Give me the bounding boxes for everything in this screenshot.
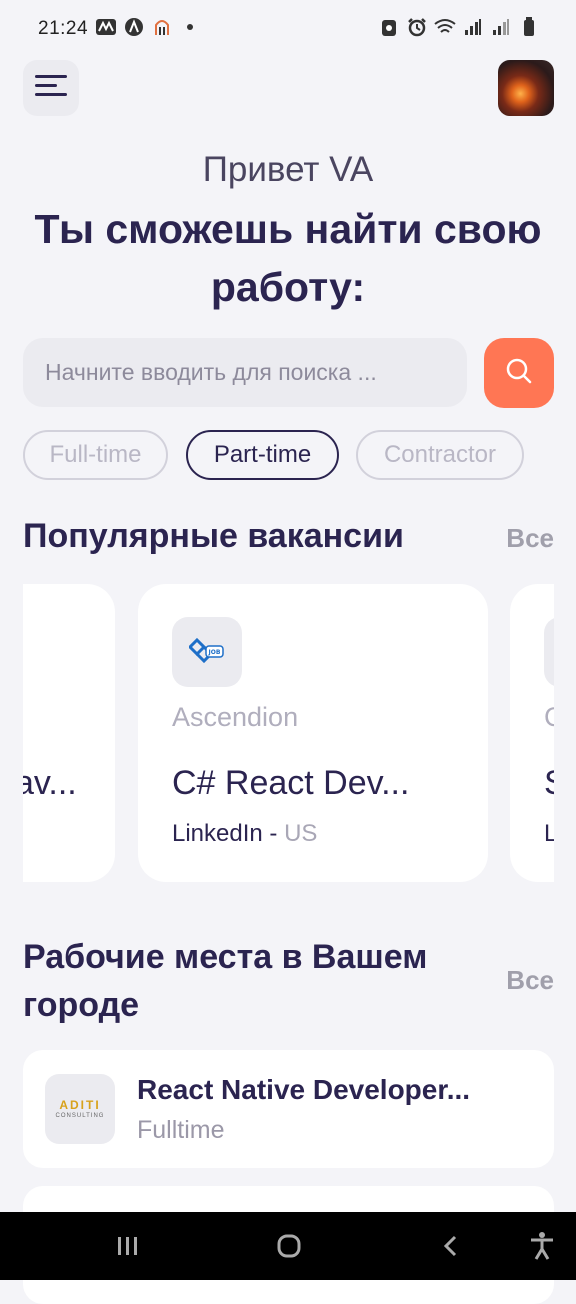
alarm-icon (406, 16, 428, 38)
popular-section-title: Популярные вакансии (23, 517, 404, 555)
logo-text: ADITI (59, 1098, 101, 1112)
job-card-title: S (544, 764, 554, 803)
search-icon (505, 357, 533, 390)
job-card-source: L (544, 820, 554, 847)
status-bar: 21:24 (0, 0, 576, 60)
job-card[interactable]: C S L (510, 584, 554, 882)
job-card-source-name: LinkedIn - (172, 820, 285, 847)
list-item-type: Fulltime (137, 1116, 225, 1144)
home-button[interactable] (273, 1230, 305, 1262)
job-card-source: LinkedIn - US (172, 820, 317, 848)
filter-chip-full-time[interactable]: Full-time (23, 430, 168, 480)
system-icons (378, 16, 540, 38)
search-input[interactable] (23, 338, 455, 407)
system-nav-bar (0, 1212, 576, 1280)
notification-icons (95, 16, 201, 38)
hamburger-icon (35, 74, 67, 102)
recents-icon (118, 1237, 137, 1255)
logo-subtext: CONSULTING (55, 1113, 105, 1119)
battery-icon (518, 16, 540, 38)
job-logo-icon: JOB (189, 637, 224, 664)
back-icon (443, 1235, 457, 1257)
avatar[interactable] (498, 60, 554, 116)
accessibility-icon (531, 1232, 553, 1260)
search-button[interactable] (484, 338, 554, 408)
job-card-company: C (544, 702, 554, 732)
local-section-title: Рабочие места в Вашем городе (23, 938, 428, 1024)
company-logo (544, 617, 554, 687)
page-title: Ты сможешь найти свою работу: (34, 206, 542, 310)
search-field[interactable] (23, 338, 467, 407)
filter-chip-part-time[interactable]: Part-time (186, 430, 339, 480)
signal-icon (462, 16, 484, 38)
job-card[interactable]: JOB Ascendion C# React Dev... LinkedIn -… (138, 584, 488, 882)
job-card[interactable]: av... (23, 584, 115, 882)
home-icon (277, 1234, 301, 1258)
svg-text:JOB: JOB (208, 649, 221, 656)
a-logo-icon (123, 16, 145, 38)
menu-button[interactable] (23, 60, 79, 116)
list-item-title: React Native Developer... (137, 1074, 471, 1105)
list-item[interactable]: ADITI CONSULTING React Native Developer.… (23, 1050, 554, 1168)
data-saver-icon (378, 16, 400, 38)
job-card-title: av... (23, 764, 77, 802)
wifi-icon (434, 16, 456, 38)
company-logo: JOB (172, 617, 242, 687)
app-notification-icon (95, 16, 117, 38)
popular-see-all-link[interactable]: Все (506, 523, 554, 554)
recent-apps-button[interactable] (112, 1230, 144, 1262)
arch-notification-icon (151, 16, 173, 38)
job-card-company: Ascendion (172, 702, 299, 732)
status-time: 21:24 (38, 18, 89, 39)
signal-2-icon (490, 16, 512, 38)
dot-icon (179, 16, 201, 38)
greeting-text: Привет VA (202, 150, 374, 189)
company-logo: ADITI CONSULTING (45, 1074, 115, 1144)
job-card-title: C# React Dev... (172, 764, 410, 802)
local-see-all-link[interactable]: Все (506, 965, 554, 996)
back-button[interactable] (435, 1230, 467, 1262)
filter-chip-contractor[interactable]: Contractor (356, 430, 524, 480)
accessibility-button[interactable] (526, 1230, 558, 1262)
job-card-location: US (284, 820, 318, 847)
